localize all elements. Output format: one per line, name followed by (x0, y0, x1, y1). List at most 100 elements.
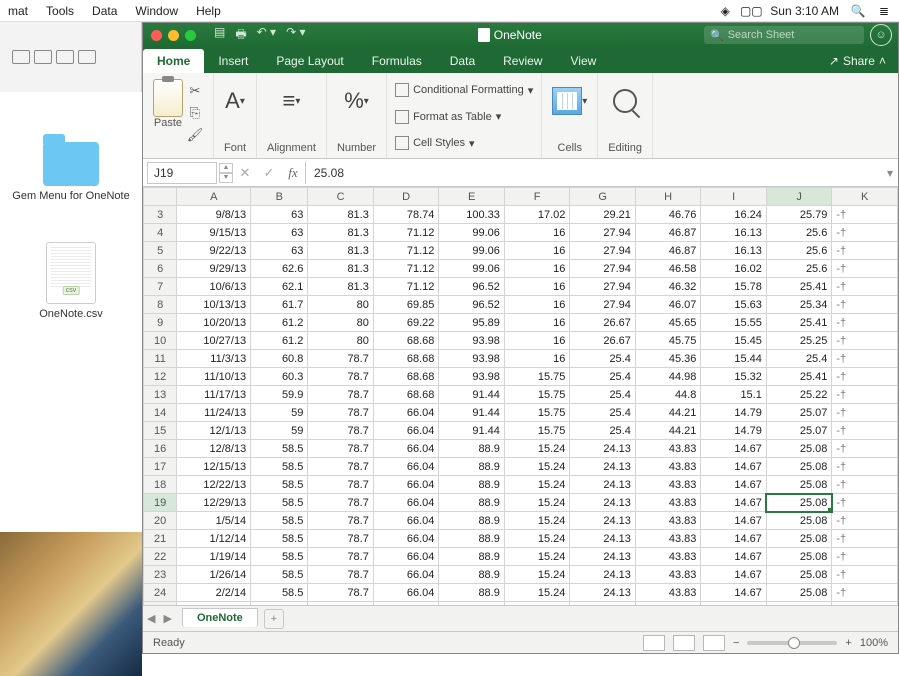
cell[interactable]: 24.13 (570, 494, 636, 512)
cell[interactable]: 10/27/13 (177, 332, 251, 350)
cell[interactable]: 78.7 (308, 350, 374, 368)
cell[interactable]: 43.83 (635, 602, 701, 606)
cell[interactable]: 68.68 (373, 350, 439, 368)
cell[interactable]: 25.08 (766, 458, 832, 476)
cell[interactable]: 1/26/14 (177, 566, 251, 584)
cell[interactable]: 24.13 (570, 530, 636, 548)
row-header[interactable]: 19 (144, 494, 177, 512)
cells-group[interactable]: ▾ Cells (542, 73, 598, 158)
cell[interactable]: 15.78 (701, 278, 767, 296)
cell[interactable]: 46.87 (635, 224, 701, 242)
cell[interactable]: 45.65 (635, 314, 701, 332)
conditional-formatting-button[interactable]: Conditional Formatting ▾ (395, 79, 533, 101)
cell[interactable]: 16 (504, 350, 570, 368)
folder-item[interactable]: Gem Menu for OneNote (11, 142, 131, 202)
cell[interactable]: 16.24 (701, 206, 767, 224)
view-icon[interactable] (34, 50, 52, 64)
col-header-B[interactable]: B (251, 188, 308, 206)
cell[interactable]: 15.24 (504, 512, 570, 530)
cell[interactable]: 12/8/13 (177, 440, 251, 458)
col-header-H[interactable]: H (635, 188, 701, 206)
cell[interactable]: 71.12 (373, 224, 439, 242)
undo-icon[interactable]: ↶ ▾ (257, 25, 276, 46)
cell[interactable]: 24.13 (570, 512, 636, 530)
screens-icon[interactable]: ▢▢ (744, 4, 758, 18)
cell[interactable]: 66.04 (373, 476, 439, 494)
row-header[interactable]: 21 (144, 530, 177, 548)
cell[interactable]: 11/17/13 (177, 386, 251, 404)
cell[interactable]: 24.13 (570, 458, 636, 476)
cell[interactable]: 15.63 (701, 296, 767, 314)
cell[interactable]: 63 (251, 242, 308, 260)
minimize-button[interactable] (168, 30, 179, 41)
cell[interactable]: 25.6 (766, 260, 832, 278)
cell[interactable]: 15.44 (701, 350, 767, 368)
cell[interactable]: 16.13 (701, 224, 767, 242)
cell[interactable]: 58.5 (251, 440, 308, 458)
cell[interactable]: 93.98 (439, 368, 505, 386)
cell[interactable]: 46.58 (635, 260, 701, 278)
cell[interactable]: 81.3 (308, 242, 374, 260)
cell[interactable]: 43.83 (635, 584, 701, 602)
cell[interactable]: 78.7 (308, 422, 374, 440)
cell[interactable]: 25.41 (766, 368, 832, 386)
cell[interactable]: -† (832, 494, 898, 512)
cell[interactable]: 27.94 (570, 224, 636, 242)
cell[interactable]: 11/3/13 (177, 350, 251, 368)
cell[interactable]: 88.9 (439, 458, 505, 476)
cell[interactable]: 78.7 (308, 530, 374, 548)
ribbon-tab-insert[interactable]: Insert (204, 49, 262, 73)
cut-icon[interactable]: ✂ (187, 83, 203, 99)
cell[interactable]: 27.94 (570, 278, 636, 296)
cell[interactable]: 15.45 (701, 332, 767, 350)
cell[interactable]: -† (832, 440, 898, 458)
cell[interactable]: 88.9 (439, 512, 505, 530)
cell[interactable]: 25.22 (766, 386, 832, 404)
cell[interactable]: 96.52 (439, 296, 505, 314)
cell[interactable]: 1/19/14 (177, 548, 251, 566)
cell[interactable]: 25.4 (570, 350, 636, 368)
cell[interactable]: 61.2 (251, 314, 308, 332)
cell[interactable]: 71.12 (373, 242, 439, 260)
cell[interactable]: 25.08 (766, 440, 832, 458)
cell[interactable]: 1/12/14 (177, 530, 251, 548)
menu-item[interactable]: mat (8, 4, 28, 18)
cell[interactable]: 78.7 (308, 440, 374, 458)
cell[interactable]: 14.67 (701, 584, 767, 602)
cell[interactable]: 78.7 (308, 404, 374, 422)
cell[interactable]: 78.7 (308, 386, 374, 404)
cell[interactable]: 80 (308, 332, 374, 350)
ribbon-tab-formulas[interactable]: Formulas (358, 49, 436, 73)
cell[interactable]: -† (832, 404, 898, 422)
cell[interactable]: 16.13 (701, 242, 767, 260)
share-button[interactable]: ↗ Share ˄ (817, 49, 898, 73)
fx-icon[interactable]: fx (281, 165, 305, 181)
cell[interactable]: 11/10/13 (177, 368, 251, 386)
cell[interactable]: 24.13 (570, 476, 636, 494)
cell[interactable]: 66.04 (373, 548, 439, 566)
cell[interactable]: 25.25 (766, 332, 832, 350)
zoom-slider[interactable] (747, 641, 837, 645)
cell[interactable]: 25.41 (766, 278, 832, 296)
cell[interactable]: 10/20/13 (177, 314, 251, 332)
cell[interactable]: 93.98 (439, 350, 505, 368)
cell[interactable]: 44.8 (635, 386, 701, 404)
cell[interactable]: 15.24 (504, 530, 570, 548)
cell[interactable]: 2/2/14 (177, 584, 251, 602)
cell[interactable]: 9/29/13 (177, 260, 251, 278)
cell[interactable]: 99.06 (439, 260, 505, 278)
cell[interactable]: -† (832, 476, 898, 494)
cell[interactable]: 25.07 (766, 422, 832, 440)
row-header[interactable]: 6 (144, 260, 177, 278)
cell[interactable]: 88.9 (439, 476, 505, 494)
cell[interactable]: 14.67 (701, 512, 767, 530)
cell[interactable]: 16 (504, 224, 570, 242)
cell[interactable]: 12/29/13 (177, 494, 251, 512)
sheet-grid[interactable]: ABCDEFGHIJK39/8/136381.378.74100.3317.02… (143, 187, 898, 605)
cell[interactable]: 27.94 (570, 296, 636, 314)
expand-formula-icon[interactable]: ▾ (882, 166, 898, 180)
cell[interactable]: 14.79 (701, 422, 767, 440)
cell[interactable]: 71.12 (373, 260, 439, 278)
cell[interactable]: 16 (504, 296, 570, 314)
select-all-corner[interactable] (144, 188, 177, 206)
